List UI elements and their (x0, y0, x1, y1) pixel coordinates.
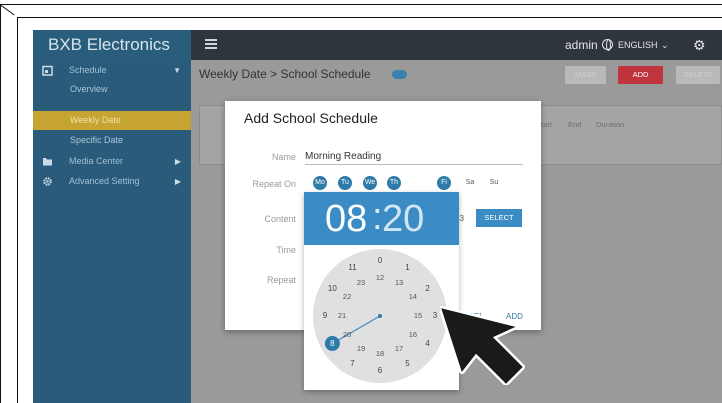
minute-display[interactable]: 20 (382, 198, 424, 240)
mass-button[interactable]: MASS (565, 66, 606, 84)
clock-number-13[interactable]: 13 (392, 278, 406, 288)
cloud-upload-icon[interactable] (392, 70, 407, 79)
dialog-title: Add School Schedule (244, 110, 378, 126)
folder-icon (43, 158, 52, 166)
sidebar-sub-overview[interactable]: Overview (33, 80, 191, 99)
caret-right-icon: ▶ (174, 157, 181, 166)
clock-number-21[interactable]: 21 (335, 311, 349, 321)
sidebar: Schedule ▼ Overview Weekly Date Specific… (33, 60, 191, 403)
delete-button[interactable]: DELETE (676, 66, 720, 84)
chevron-down-icon[interactable]: ⌄ (661, 30, 669, 60)
caret-right-icon: ▶ (174, 177, 181, 186)
clock-number-9[interactable]: 9 (318, 311, 332, 321)
day-toggle-mo[interactable]: Mo (313, 176, 327, 190)
sidebar-sub-specific-date[interactable]: Specific Date (33, 131, 191, 150)
clock-number-11[interactable]: 11 (346, 263, 360, 273)
clock-number-16[interactable]: 16 (406, 330, 420, 340)
frame-left-line (0, 4, 1, 403)
clock-number-7[interactable]: 7 (346, 359, 360, 369)
add-button[interactable]: ADD (618, 66, 663, 84)
day-toggle-sa[interactable]: Sa (463, 176, 477, 190)
clock-number-10[interactable]: 10 (325, 284, 339, 294)
clock-hand (324, 314, 382, 351)
breadcrumb: Weekly Date > School Schedule (199, 67, 371, 81)
clock-number-2[interactable]: 2 (421, 284, 435, 294)
repeat-on-label: Repeat On (252, 179, 296, 189)
hour-display[interactable]: 08 (325, 198, 367, 240)
menu-icon[interactable] (205, 39, 217, 49)
repeat-label: Repeat (266, 275, 296, 285)
clock-number-14[interactable]: 14 (406, 292, 420, 302)
frame-corner-line (0, 4, 15, 16)
clock-number-4[interactable]: 4 (421, 339, 435, 349)
sidebar-item-media-center[interactable]: Media Center ▶ (33, 152, 191, 171)
top-bar: BXB Electronics admin ENGLISH ⌄ ⚙ (33, 30, 722, 60)
sidebar-item-advanced-setting[interactable]: Advanced Setting ▶ (33, 172, 191, 191)
caret-down-icon: ▼ (173, 66, 181, 75)
clock-number-20[interactable]: 20 (340, 330, 354, 340)
day-toggle-su[interactable]: Su (487, 176, 501, 190)
clock-number-1[interactable]: 1 (401, 263, 415, 273)
calendar-icon (42, 65, 53, 76)
sidebar-item-label: Schedule (69, 65, 107, 75)
clock-number-15[interactable]: 15 (411, 311, 425, 321)
time-label: Time (276, 245, 296, 255)
name-label: Name (271, 152, 296, 162)
clock-number-22[interactable]: 22 (340, 292, 354, 302)
language-selector[interactable]: ENGLISH (618, 30, 658, 60)
select-content-button[interactable]: SELECT (476, 209, 522, 227)
day-toggle-th[interactable]: Th (387, 176, 401, 190)
gear-icon (43, 177, 52, 186)
sidebar-sub-label: Overview (70, 84, 108, 94)
column-header: Duration (596, 120, 625, 129)
day-toggle-we[interactable]: We (363, 176, 377, 190)
clock-number-18[interactable]: 18 (373, 349, 387, 359)
name-field-underline (305, 164, 523, 165)
content-label: Content (264, 214, 296, 224)
sidebar-sub-label: Weekly Date (70, 115, 121, 125)
sidebar-sub-weekly-date[interactable]: Weekly Date (33, 111, 191, 130)
clock-number-5[interactable]: 5 (401, 359, 415, 369)
time-separator: : (372, 196, 383, 238)
globe-icon (602, 39, 613, 51)
clock-number-17[interactable]: 17 (392, 344, 406, 354)
clock-number-12[interactable]: 12 (373, 273, 387, 283)
user-name[interactable]: admin (565, 30, 598, 60)
clock-number-19[interactable]: 19 (354, 344, 368, 354)
sidebar-item-label: Media Center (69, 156, 124, 166)
name-field[interactable]: Morning Reading (305, 151, 381, 162)
frame-inner-left-line (17, 17, 18, 403)
day-toggle-fi[interactable]: Fi (437, 176, 451, 190)
clock-number-0[interactable]: 0 (373, 256, 387, 266)
frame-top-line (0, 4, 722, 5)
clock-dial[interactable]: 0 1 2 3 4 5 6 7 8 9 10 11 12 13 14 15 16 17 18 19 20 21 22 23 (313, 249, 447, 383)
mouse-cursor-icon (440, 306, 525, 385)
settings-gear-icon[interactable]: ⚙ (693, 30, 706, 60)
clock-number-8[interactable]: 8 (325, 339, 339, 349)
clock-number-23[interactable]: 23 (354, 278, 368, 288)
clock-number-6[interactable]: 6 (373, 366, 387, 376)
time-picker-header: 08 : 20 (304, 192, 459, 245)
sidebar-item-schedule[interactable]: Schedule ▼ (33, 61, 191, 80)
frame-inner-top-line (17, 17, 722, 18)
sidebar-sub-label: Specific Date (70, 135, 124, 145)
sidebar-item-label: Advanced Setting (69, 176, 140, 186)
time-picker: 08 : 20 0 1 2 3 4 5 6 7 8 9 10 11 12 13 14 15 16 17 18 19 20… (304, 192, 459, 390)
brand-logo: BXB Electronics (33, 30, 191, 60)
column-header: End (568, 120, 582, 129)
day-toggle-tu[interactable]: Tu (338, 176, 352, 190)
